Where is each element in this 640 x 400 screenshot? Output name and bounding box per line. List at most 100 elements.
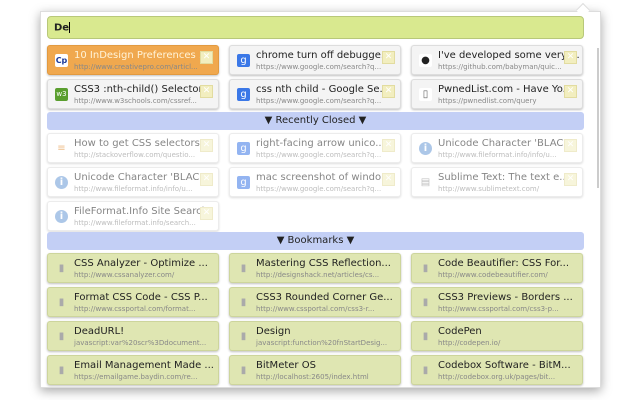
close-icon[interactable]: ✕ (564, 85, 577, 98)
close-icon[interactable]: ✕ (200, 85, 213, 98)
bookmark-tile[interactable]: ▮ DeadURL! javascript:var%20scr%3Ddocume… (47, 321, 219, 351)
bookmark-tile[interactable]: ▮ Format CSS Code - CSS P... http://www.… (47, 287, 219, 317)
info-icon: i (419, 142, 432, 155)
bookmark-tile[interactable]: ▮ BitMeter OS http://localhost:2605/inde… (229, 355, 401, 385)
tab-tile[interactable]: ▯ PwnedList.com - Have Yo... https://pwn… (411, 79, 583, 109)
tile-title: Mastering CSS Reflection... (256, 258, 391, 269)
creativepro-icon: Cp (55, 54, 68, 67)
scrollbar[interactable] (597, 48, 599, 188)
bookmark-tile[interactable]: ▮ CodePen http://codepen.io/ (411, 321, 583, 351)
bookmark-tile[interactable]: ▮ CSS3 Rounded Corner Ge... http://www.c… (229, 287, 401, 317)
close-icon[interactable]: ✕ (382, 85, 395, 98)
bookmark-icon: ▮ (58, 263, 65, 274)
bookmark-icon: ▮ (422, 263, 429, 274)
page-icon: ▯ (419, 88, 432, 101)
closed-tab-tile[interactable]: ≡ How to get CSS selectors ... http://st… (47, 133, 219, 163)
tile-url: http://www.fileformat.info/info/u... (438, 151, 557, 159)
bookmark-tile[interactable]: ▮ Codebox Software - BitM... http://code… (411, 355, 583, 385)
close-icon[interactable]: ✕ (200, 207, 213, 220)
tile-title: DeadURL! (74, 326, 125, 337)
tile-url: http://www.cssportal.com/format... (74, 305, 196, 313)
google-icon: g (237, 142, 250, 155)
tile-url: https://pwnedlist.com/query (438, 97, 537, 105)
close-icon[interactable]: ✕ (564, 139, 577, 152)
google-icon: g (237, 88, 250, 101)
tile-url: http://www.cssanalyzer.com/ (74, 271, 175, 279)
closed-tab-tile[interactable]: i Unicode Character 'BLAC... http://www.… (47, 167, 219, 197)
closed-tab-tile[interactable]: g mac screenshot of windo... https://www… (229, 167, 401, 197)
bookmark-icon: ▮ (58, 365, 65, 376)
tile-title: chrome turn off debugge... (256, 50, 391, 61)
tile-url: https://github.com/babyman/quic... (438, 63, 562, 71)
close-icon[interactable]: ✕ (564, 51, 577, 64)
tile-title: Format CSS Code - CSS P... (74, 292, 208, 303)
tile-title: Code Beautifier: CSS For... (438, 258, 569, 269)
tile-title: BitMeter OS (256, 360, 316, 371)
tile-url: javascript:var%20scr%3Ddocument... (74, 339, 207, 347)
tile-title: CodePen (438, 326, 482, 337)
tile-url: http://www.fileformat.info/search... (74, 219, 196, 227)
tile-title: How to get CSS selectors ... (74, 138, 213, 149)
tile-url: http://codebox.org.uk/pages/bit... (438, 373, 556, 381)
text-caret (69, 22, 71, 33)
bookmark-tile[interactable]: ▮ Design javascript:function%20fnStartDe… (229, 321, 401, 351)
bookmark-tile[interactable]: ▮ Code Beautifier: CSS For... http://www… (411, 253, 583, 283)
tile-url: javascript:function%20fnStartDesig... (256, 339, 388, 347)
tile-url: http://www.creativepro.com/articl... (74, 63, 198, 71)
w3schools-icon: w3 (55, 88, 68, 101)
close-icon[interactable]: ✕ (200, 173, 213, 186)
bookmark-tile[interactable]: ▮ CSS3 Previews - Borders ... http://www… (411, 287, 583, 317)
bookmarks-header[interactable]: ▼ Bookmarks ▼ (47, 232, 584, 250)
bookmark-tile[interactable]: ▮ Mastering CSS Reflection... http://des… (229, 253, 401, 283)
tile-url: https://www.google.com/search?q... (256, 97, 382, 105)
tile-url: http://www.cssportal.com/css3-p... (438, 305, 559, 313)
tile-title: CSS3 Rounded Corner Ge... (256, 292, 393, 303)
tile-url: http://www.codebeautifier.com/ (438, 271, 548, 279)
tile-url: http://www.sublimetext.com/ (438, 185, 540, 193)
tile-title: Design (256, 326, 291, 337)
closed-tab-tile[interactable]: i Unicode Character 'BLAC... http://www.… (411, 133, 583, 163)
tile-url: http://www.cssportal.com/css3-r... (256, 305, 375, 313)
tile-title: PwnedList.com - Have Yo... (438, 84, 573, 95)
close-icon[interactable]: ✕ (382, 51, 395, 64)
closed-tab-tile[interactable]: g right-facing arrow unico... https://ww… (229, 133, 401, 163)
close-icon[interactable]: ✕ (200, 51, 213, 64)
bookmark-tile[interactable]: ▮ Email Management Made ... https://emai… (47, 355, 219, 385)
bookmark-tile[interactable]: ▮ CSS Analyzer - Optimize ... http://www… (47, 253, 219, 283)
tile-url: http://www.fileformat.info/info/u... (74, 185, 193, 193)
tile-url: http://designshack.net/articles/cs... (256, 271, 380, 279)
tile-url: https://www.google.com/search?q... (256, 185, 382, 193)
tab-tile[interactable]: Cp 10 InDesign Preferences ... http://ww… (47, 45, 219, 75)
tile-url: https://www.google.com/search?q... (256, 151, 382, 159)
closed-tab-tile[interactable]: ▤ Sublime Text: The text e... http://www… (411, 167, 583, 197)
tile-url: http://codepen.io/ (438, 339, 501, 347)
bookmark-icon: ▮ (240, 365, 247, 376)
search-input[interactable]: De (47, 16, 584, 39)
close-icon[interactable]: ✕ (382, 173, 395, 186)
recently-closed-header[interactable]: ▼ Recently Closed ▼ (47, 112, 584, 130)
info-icon: i (55, 176, 68, 189)
bookmark-icon: ▮ (422, 331, 429, 342)
close-icon[interactable]: ✕ (382, 139, 395, 152)
tab-tile[interactable]: g chrome turn off debugge... https://www… (229, 45, 401, 75)
tile-url: https://emailgame.baydin.com/re... (74, 373, 198, 381)
close-icon[interactable]: ✕ (200, 139, 213, 152)
closed-tab-tile[interactable]: i FileFormat.Info Site Search http://www… (47, 201, 219, 231)
google-icon: g (237, 176, 250, 189)
tile-title: Codebox Software - BitM... (438, 360, 571, 371)
bookmark-icon: ▮ (240, 263, 247, 274)
tile-title: Unicode Character 'BLAC... (74, 172, 209, 183)
bookmark-icon: ▮ (58, 331, 65, 342)
tile-url: https://www.google.com/search?q... (256, 63, 382, 71)
tile-title: FileFormat.Info Site Search (74, 206, 208, 217)
tab-tile[interactable]: ● I've developed some very ... https://g… (411, 45, 583, 75)
tab-tile[interactable]: w3 CSS3 :nth-child() Selector http://www… (47, 79, 219, 109)
bookmark-icon: ▮ (422, 297, 429, 308)
tile-title: css nth child - Google Se... (256, 84, 390, 95)
tab-tile[interactable]: g css nth child - Google Se... https://w… (229, 79, 401, 109)
close-icon[interactable]: ✕ (564, 173, 577, 186)
bookmark-icon: ▮ (240, 297, 247, 308)
tile-url: http://stackoverflow.com/questio... (74, 151, 196, 159)
info-icon: i (55, 210, 68, 223)
tile-url: http://www.w3schools.com/cssref... (74, 97, 197, 105)
